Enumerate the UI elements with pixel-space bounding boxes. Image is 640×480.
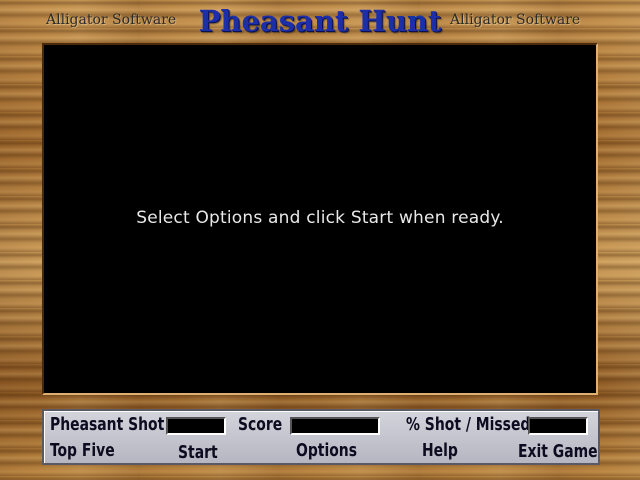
shot-missed-label: % Shot / Missed	[406, 414, 531, 435]
game-area[interactable]: Select Options and click Start when read…	[42, 43, 598, 395]
top-five-button[interactable]: Top Five	[50, 440, 115, 461]
pheasant-shot-display	[166, 417, 226, 435]
start-button[interactable]: Start	[178, 442, 218, 463]
pheasant-shot-label: Pheasant Shot	[50, 414, 165, 435]
shot-missed-display	[528, 417, 588, 435]
score-display	[290, 417, 380, 435]
brand-right: Alligator Software	[450, 12, 581, 28]
brand-left: Alligator Software	[46, 12, 177, 28]
score-label: Score	[238, 414, 283, 435]
options-button[interactable]: Options	[296, 440, 357, 461]
exit-game-button[interactable]: Exit Game	[518, 441, 598, 462]
status-message: Select Options and click Start when read…	[136, 208, 504, 228]
help-button[interactable]: Help	[422, 440, 458, 461]
control-panel: Pheasant Shot Score % Shot / Missed Top …	[42, 409, 600, 465]
